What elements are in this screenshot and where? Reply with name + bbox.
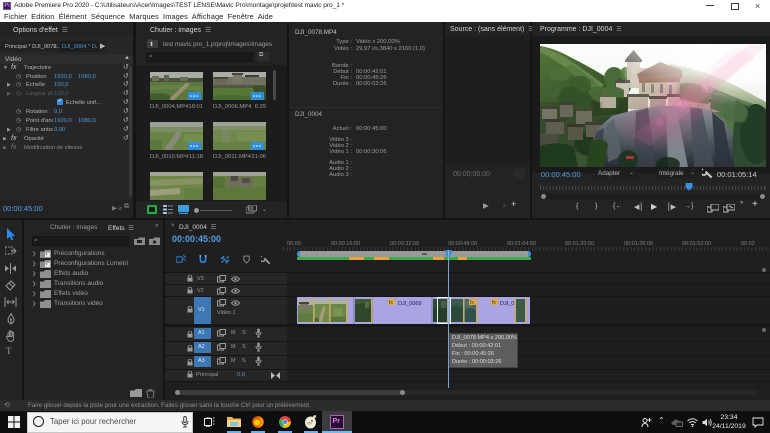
svg-text:fx: fx	[492, 300, 496, 306]
svg-text:DJI_0: DJI_0	[500, 301, 514, 307]
svg-text:DJI_0069: DJI_0069	[398, 301, 422, 307]
svg-text:fx: fx	[389, 300, 393, 306]
svg-text:fx: fx	[470, 300, 474, 306]
